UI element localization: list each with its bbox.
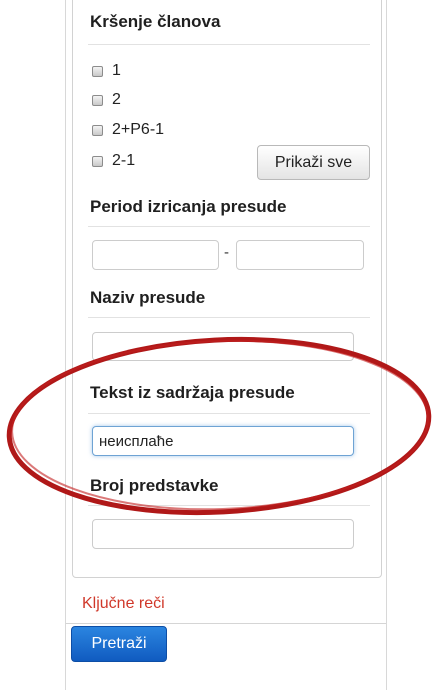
text-divider: [88, 413, 370, 414]
violations-section-title: Kršenje članova: [90, 12, 221, 31]
show-all-button[interactable]: Prikaži sve: [257, 145, 370, 180]
article-option-3[interactable]: 2+P6-1: [92, 120, 164, 140]
name-divider: [88, 317, 370, 318]
article-option-label: 2: [112, 91, 121, 108]
page-border-left: [65, 0, 66, 690]
article-option-label: 2+P6-1: [112, 121, 165, 138]
application-number-input[interactable]: [92, 519, 354, 549]
violations-divider: [88, 44, 370, 45]
footer-divider: [66, 623, 386, 624]
article-checkbox-2[interactable]: [92, 94, 103, 106]
search-filter-screen: Kršenje članova 1 2 2+P6-1 2-1 Prikaži s…: [0, 0, 434, 690]
period-divider: [88, 226, 370, 227]
page-border-right: [386, 0, 387, 690]
article-option-4[interactable]: 2-1: [92, 151, 135, 171]
name-section-title: Naziv presude: [90, 288, 206, 307]
article-option-2[interactable]: 2: [92, 90, 121, 110]
verdict-name-input[interactable]: [92, 332, 354, 361]
article-checkbox-3[interactable]: [92, 124, 103, 136]
keywords-link[interactable]: Ključne reči: [82, 595, 165, 613]
period-from-input[interactable]: [92, 240, 219, 270]
application-section-title: Broj predstavke: [90, 476, 219, 495]
article-checkbox-4[interactable]: [92, 155, 103, 167]
text-section-title: Tekst iz sadržaja presude: [90, 383, 295, 402]
application-divider: [88, 505, 370, 506]
article-option-1[interactable]: 1: [92, 61, 121, 81]
search-button[interactable]: Pretraži: [71, 626, 167, 662]
period-to-input[interactable]: [236, 240, 364, 270]
article-checkbox-1[interactable]: [92, 65, 103, 77]
verdict-text-input[interactable]: [92, 426, 354, 456]
period-range-separator: -: [224, 244, 229, 261]
article-option-label: 2-1: [112, 152, 136, 169]
article-option-label: 1: [112, 62, 121, 79]
period-section-title: Period izricanja presude: [90, 197, 287, 216]
